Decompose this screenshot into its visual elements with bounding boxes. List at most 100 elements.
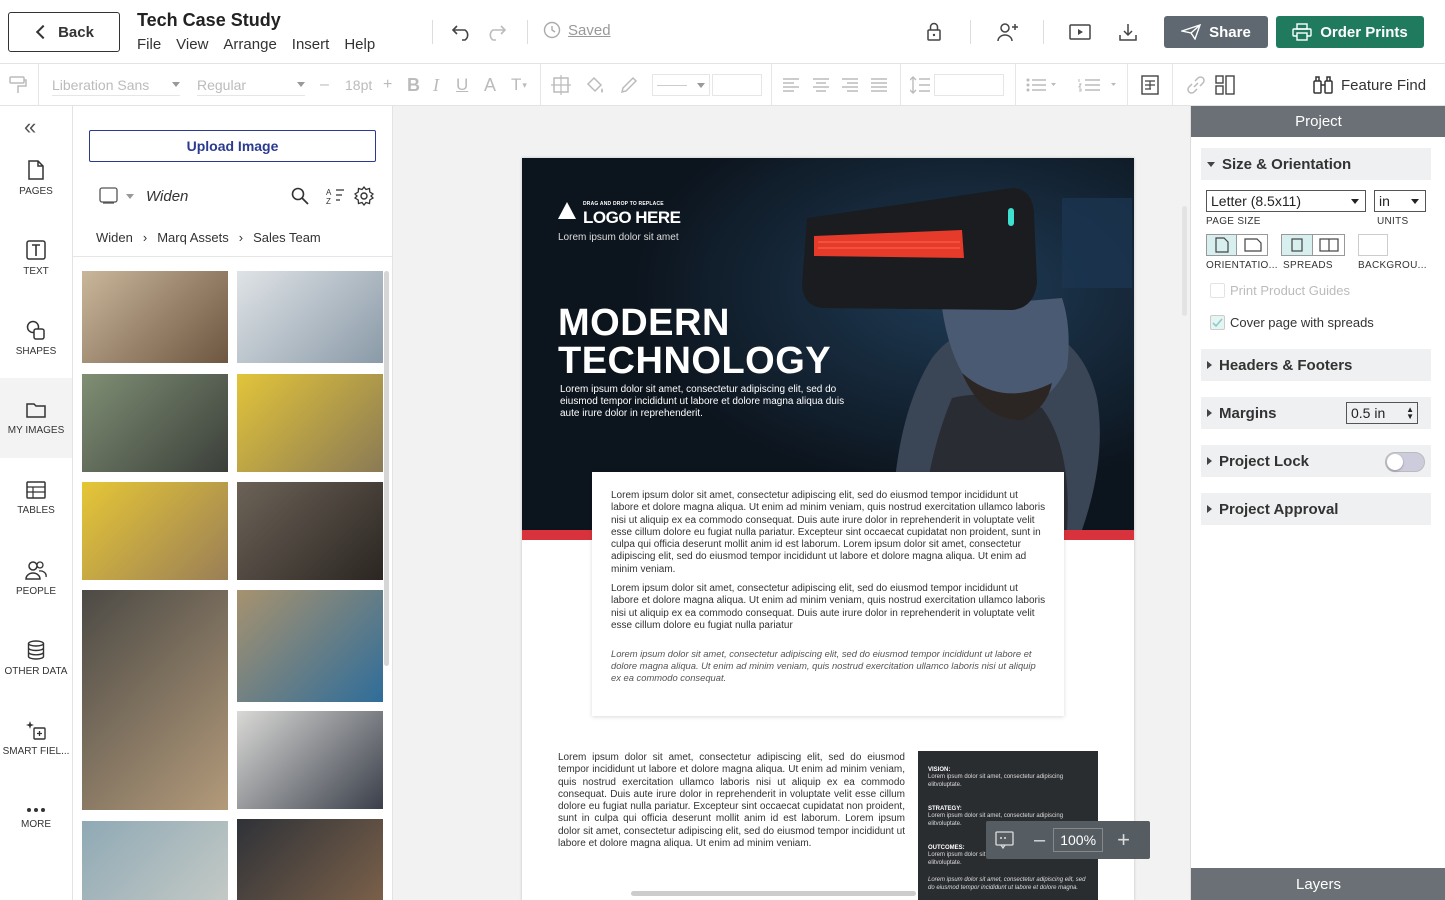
document-page[interactable]: DRAG AND DROP TO REPLACE LOGO HERE Lorem…: [522, 158, 1134, 900]
columns-button[interactable]: [1141, 64, 1159, 106]
menu-file[interactable]: File: [137, 36, 161, 53]
sort-icon[interactable]: AZ: [325, 187, 345, 205]
menu-help[interactable]: Help: [344, 36, 375, 53]
bold-button[interactable]: B: [407, 64, 420, 106]
portrait-button[interactable]: [1207, 235, 1237, 255]
print-guides-checkbox[interactable]: [1210, 283, 1225, 298]
spread-button[interactable]: [1314, 235, 1345, 255]
logo-subtitle[interactable]: Lorem ipsum dolor sit amet: [558, 232, 679, 243]
font-color-button[interactable]: A: [484, 64, 496, 106]
share-button[interactable]: Share: [1164, 16, 1268, 48]
image-thumbnail[interactable]: [82, 374, 228, 472]
landscape-button[interactable]: [1238, 235, 1268, 255]
nav-text[interactable]: TEXT: [0, 218, 72, 298]
margins-input[interactable]: 0.5 in ▲ ▼: [1346, 402, 1418, 424]
zoom-level[interactable]: 100%: [1053, 828, 1104, 852]
redo-button[interactable]: [484, 20, 508, 44]
bullet-list-button[interactable]: [1026, 64, 1056, 106]
align-right-button[interactable]: [842, 64, 858, 106]
logo-text[interactable]: LOGO HERE: [558, 202, 681, 228]
decrease-font-button[interactable]: –: [320, 64, 329, 106]
font-weight-select[interactable]: Regular: [197, 74, 305, 96]
breadcrumb-marq-assets[interactable]: Marq Assets: [157, 230, 229, 245]
nav-shapes[interactable]: SHAPES: [0, 298, 72, 378]
position-button[interactable]: [551, 64, 571, 106]
upload-image-button[interactable]: Upload Image: [89, 130, 376, 162]
nav-people[interactable]: PEOPLE: [0, 538, 72, 618]
feature-find-button[interactable]: Feature Find: [1313, 64, 1426, 106]
line-height-button[interactable]: [910, 64, 930, 106]
chevron-down-icon[interactable]: [126, 193, 134, 199]
align-center-button[interactable]: [813, 64, 829, 106]
horizontal-scrollbar[interactable]: [631, 891, 916, 896]
collapse-panel-icon[interactable]: «: [24, 114, 36, 140]
layout-grid-button[interactable]: [1215, 64, 1235, 106]
image-thumbnail[interactable]: [237, 374, 383, 472]
image-thumbnail[interactable]: [82, 590, 228, 810]
order-prints-button[interactable]: Order Prints: [1276, 16, 1424, 48]
search-icon[interactable]: [291, 187, 309, 205]
lock-button[interactable]: [922, 20, 946, 44]
back-button[interactable]: Back: [8, 12, 120, 52]
nav-more[interactable]: MORE: [0, 778, 72, 858]
menu-insert[interactable]: Insert: [292, 36, 330, 53]
image-thumbnail[interactable]: [82, 482, 228, 580]
project-lock-toggle[interactable]: [1385, 452, 1425, 472]
increase-font-button[interactable]: +: [383, 64, 392, 106]
font-size-value[interactable]: 18pt: [345, 64, 372, 106]
section-size-orientation[interactable]: Size & Orientation: [1201, 148, 1431, 180]
format-painter-button[interactable]: [8, 64, 28, 106]
background-color-swatch[interactable]: [1358, 234, 1388, 256]
saved-status[interactable]: Saved: [543, 21, 611, 39]
justify-button[interactable]: [871, 64, 887, 106]
image-thumbnail[interactable]: [237, 482, 383, 580]
nav-other-data[interactable]: OTHER DATA: [0, 618, 72, 698]
numbered-list-button[interactable]: [1078, 64, 1116, 106]
image-thumbnail[interactable]: [82, 821, 228, 900]
canvas-scrollbar[interactable]: [1182, 206, 1187, 316]
section-project-approval[interactable]: Project Approval: [1201, 493, 1431, 525]
monitor-icon[interactable]: [99, 187, 119, 205]
section-headers-footers[interactable]: Headers & Footers: [1201, 349, 1431, 381]
italic-button[interactable]: I: [433, 64, 439, 106]
document-title[interactable]: Tech Case Study: [137, 10, 281, 31]
image-thumbnail[interactable]: [237, 711, 383, 809]
nav-smart-fields[interactable]: SMART FIEL...: [0, 698, 72, 778]
stroke-width-input[interactable]: [712, 74, 762, 96]
menu-view[interactable]: View: [176, 36, 208, 53]
hero-title[interactable]: MODERN TECHNOLOGY: [558, 304, 878, 380]
undo-button[interactable]: [450, 20, 474, 44]
hero-subtitle[interactable]: Lorem ipsum dolor sit amet, consectetur …: [560, 384, 850, 420]
image-thumbnail[interactable]: [82, 271, 228, 363]
menu-arrange[interactable]: Arrange: [223, 36, 276, 53]
nav-my-images[interactable]: MY IMAGES: [0, 378, 72, 458]
present-button[interactable]: [1068, 20, 1092, 44]
cover-page-checkbox[interactable]: [1210, 315, 1225, 330]
zoom-out-button[interactable]: –: [1034, 829, 1045, 852]
breadcrumb-widen[interactable]: Widen: [96, 230, 133, 245]
units-select[interactable]: in: [1374, 190, 1426, 212]
comment-icon[interactable]: [990, 829, 1020, 851]
download-button[interactable]: [1116, 20, 1140, 44]
nav-tables[interactable]: TABLES: [0, 458, 72, 538]
add-collaborator-button[interactable]: [995, 20, 1021, 44]
page-size-select[interactable]: Letter (8.5x11): [1206, 190, 1366, 212]
text-transform-button[interactable]: T ▾: [511, 64, 527, 106]
nav-pages[interactable]: PAGES: [0, 138, 72, 218]
image-thumbnail[interactable]: [237, 590, 383, 702]
link-button[interactable]: [1186, 64, 1206, 106]
intro-text-box[interactable]: Lorem ipsum dolor sit amet, consectetur …: [592, 472, 1064, 716]
design-canvas[interactable]: DRAG AND DROP TO REPLACE LOGO HERE Lorem…: [393, 106, 1190, 900]
layers-panel-toggle[interactable]: Layers: [1191, 868, 1445, 900]
align-left-button[interactable]: [783, 64, 799, 106]
fill-color-button[interactable]: [585, 64, 605, 106]
stroke-style-select[interactable]: [652, 74, 710, 96]
image-thumbnail[interactable]: [237, 819, 383, 900]
body-paragraph[interactable]: Lorem ipsum dolor sit amet, consectetur …: [558, 752, 905, 850]
zoom-in-button[interactable]: +: [1117, 827, 1130, 853]
gear-icon[interactable]: [354, 186, 374, 206]
breadcrumb-sales-team[interactable]: Sales Team: [253, 230, 321, 245]
image-thumbnail[interactable]: [237, 271, 383, 363]
panel-scrollbar[interactable]: [384, 271, 389, 666]
stroke-color-button[interactable]: [619, 64, 639, 106]
